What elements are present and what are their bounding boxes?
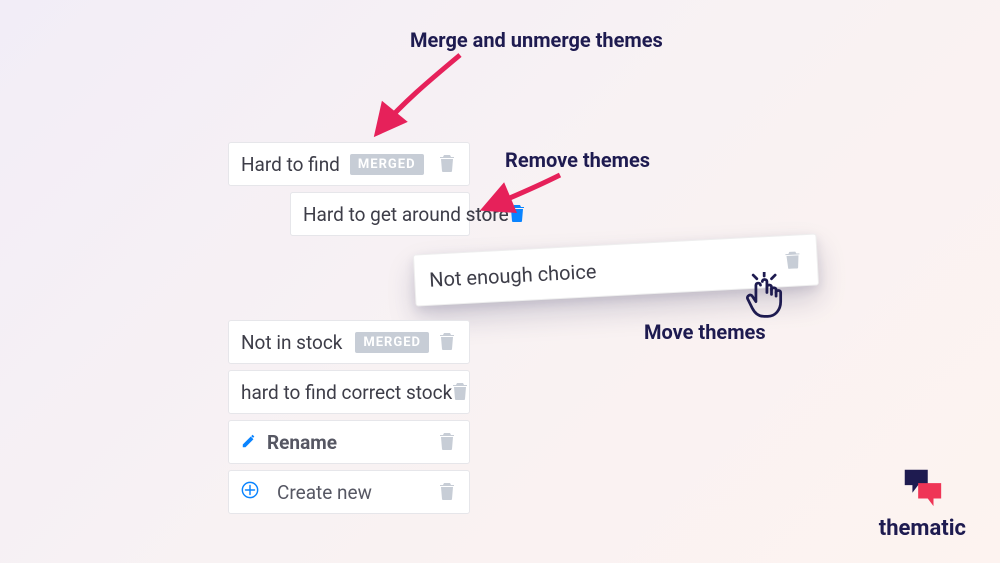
trash-icon[interactable] <box>439 432 457 452</box>
create-label: Create new <box>277 481 372 504</box>
trash-icon[interactable] <box>439 482 457 502</box>
theme-row[interactable]: Hard to find MERGED <box>228 142 470 186</box>
brand-name: thematic <box>879 516 966 541</box>
trash-icon[interactable] <box>439 332 457 352</box>
rename-label: Rename <box>267 431 337 454</box>
theme-row[interactable]: Hard to get around store <box>290 192 470 236</box>
theme-row[interactable]: Not in stock MERGED <box>228 320 470 364</box>
merged-badge: MERGED <box>355 332 429 353</box>
annotation-merge: Merge and unmerge themes <box>410 28 663 52</box>
merged-badge: MERGED <box>350 154 424 175</box>
rename-row[interactable]: Rename <box>228 420 470 464</box>
theme-row[interactable]: hard to find correct stock <box>228 370 470 414</box>
illustration-stage: Merge and unmerge themes Remove themes M… <box>0 0 1000 563</box>
trash-icon[interactable] <box>784 250 803 271</box>
theme-label: hard to find correct stock <box>241 381 452 404</box>
brand-logo: thematic <box>879 464 966 541</box>
theme-label: Not in stock <box>241 331 342 354</box>
plus-circle-icon <box>241 481 259 504</box>
trash-icon[interactable] <box>439 154 457 174</box>
pencil-icon <box>241 431 257 454</box>
trash-icon[interactable] <box>509 204 525 224</box>
theme-label: Hard to find <box>241 153 340 176</box>
theme-label: Hard to get around store <box>303 203 509 226</box>
create-new-row[interactable]: Create new <box>228 470 470 514</box>
hand-cursor-icon <box>744 272 788 328</box>
theme-label: Not enough choice <box>429 259 597 292</box>
brand-mark-icon <box>893 464 951 510</box>
trash-icon[interactable] <box>452 382 468 402</box>
annotation-remove: Remove themes <box>505 148 650 172</box>
